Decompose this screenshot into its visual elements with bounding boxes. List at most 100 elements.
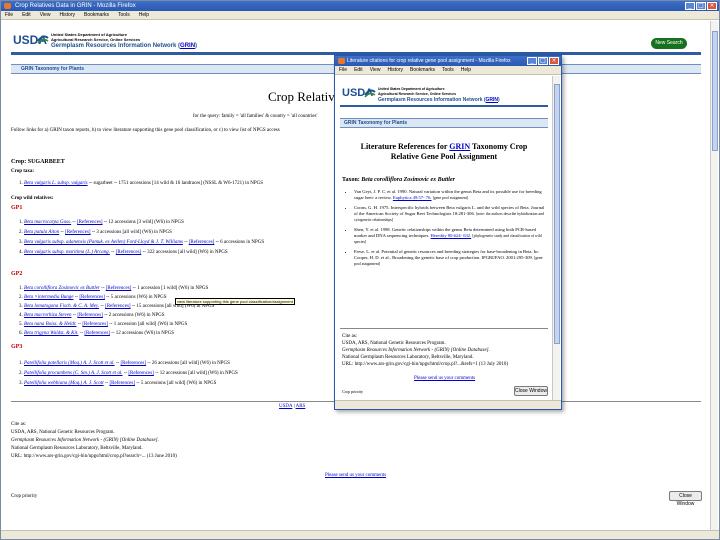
taxon-link[interactable]: Beta ×intermedia Bunge [24,295,73,300]
popup-close-window-button[interactable]: Close Window [514,386,548,396]
network-title-close: ) [195,43,198,49]
popup-window-title: Literature citations for crop relative g… [347,58,511,64]
menu-history[interactable]: History [59,11,75,19]
menu-help[interactable]: Help [139,11,149,19]
item-num: 1. [19,181,23,186]
taxon-name: Beta corolliflora Zosimovic ex Buttler [361,177,455,183]
menu-file[interactable]: File [339,66,347,74]
grin-link[interactable]: GRIN [486,97,499,103]
reference-journal-link[interactable]: Heredity 80:624- 632. [431,233,472,238]
item-num: 1. [19,286,23,291]
new-search-button[interactable]: New Search [651,38,687,49]
main-title-bar[interactable]: Crop Relatives Data in GRIN - Mozilla Fi… [1,1,719,11]
menu-bookmarks[interactable]: Bookmarks [84,11,109,19]
minimize-button[interactable]: _ [685,2,695,10]
main-status-note: Crop priority [11,494,38,499]
cite-line: Germplasm Resources Information Network … [342,348,490,353]
references-link[interactable]: [References] [109,381,135,386]
menu-edit[interactable]: Edit [22,11,31,19]
gp3-label: GP3 [11,344,23,350]
taxon-link[interactable]: Patellifolia procumbens (C. Sm.) A. J. S… [24,371,122,376]
menu-edit[interactable]: Edit [354,66,363,74]
menu-file[interactable]: File [5,11,13,19]
taxon-link[interactable]: Beta nana Boiss. & Heldr. [24,322,77,327]
references-link[interactable]: [References] [77,313,103,318]
menu-help[interactable]: Help [461,66,471,74]
crop-heading: Crop: SUGARBEET [11,159,65,165]
list-item: 2. Patellifolia procumbens (C. Sm.) A. J… [19,371,238,376]
taxon-link[interactable]: Beta lomatogona Fisch. & C. A. Mey. [24,304,99,309]
references-link[interactable]: [References] [65,230,91,235]
references-list: Van Geyt, J. P. C. et al. 1990. Natural … [346,189,546,267]
maximize-button[interactable]: □ [696,2,706,10]
menu-history[interactable]: History [387,66,403,74]
popup-window-controls: _ □ × [527,57,559,65]
wild-relatives-label: Crop wild relatives: [11,196,54,201]
taxon-link[interactable]: Beta vulgaris subsp. adanensis (Pamuk. e… [24,240,183,245]
taxon-link[interactable]: Beta macrocarpa Guss. [24,220,71,225]
taxon-link[interactable]: Beta vulgaris L. subsp. vulgaris [24,181,88,186]
menu-tools[interactable]: Tools [442,66,454,74]
cite-line: URL: http://www.ars-grin.gov/cgi-bin/npg… [11,454,177,459]
taxon-link[interactable]: Beta macrorhiza Steven [24,313,72,318]
menu-view[interactable]: View [40,11,51,19]
comments-link[interactable]: Please send us your comments [325,473,386,478]
close-button[interactable]: × [707,2,717,10]
accession-info: -- 12 accessions [3 wild] (W6) in NPGS [103,220,184,225]
popup-scrollbar[interactable] [552,76,560,401]
footer-link-usda[interactable]: USDA [279,404,292,409]
references-link[interactable]: [References] [116,250,142,255]
taxon-link[interactable]: Beta corolliflora Zosimovic ex Buttler [24,286,100,291]
references-link[interactable]: [References] [79,295,105,300]
references-link[interactable]: [References] [84,331,110,336]
heading-text: Taxonomy Crop [470,142,528,151]
references-link[interactable]: [References] [77,220,103,225]
list-item: 4. Beta macrorhiza Steven -- [References… [19,313,165,318]
main-scrollbar[interactable] [710,21,718,531]
references-link[interactable]: [References] [82,322,108,327]
menu-bookmarks[interactable]: Bookmarks [410,66,435,74]
network-title-close: ) [498,97,500,103]
references-link[interactable]: [References] [106,286,132,291]
network-title-text: Germplasm Resources Information Network … [51,43,181,49]
main-close-window-button[interactable]: Close Window [669,491,702,507]
query-text: for the query: family = 'all families' &… [193,114,318,119]
taxon-heading: Taxon: Beta corolliflora Zosimovic ex Bu… [342,177,455,183]
grin-taxonomy-bar[interactable]: GRIN Taxonomy for Plants [340,118,548,128]
references-link[interactable]: [References] [120,361,146,366]
heading-grin-link[interactable]: GRIN [449,142,470,151]
reference-note: [gene pool assignment] [432,196,469,200]
taxon-link[interactable]: Beta patula Aiton [24,230,59,235]
references-link[interactable]: [References] [128,371,154,376]
taxon-link[interactable]: Beta trigyna Waldst. & Kit. [24,331,79,336]
grin-network-title: Germplasm Resources Information Network … [51,43,197,49]
popup-close-button[interactable]: × [549,57,559,65]
item-num: 1. [19,361,23,366]
intro-text: Follow links for a) GRIN taxon reports, … [11,128,280,133]
popup-scrollbar-thumb[interactable] [554,84,560,344]
crop-taxa-label: Crop taxa: [11,169,35,174]
references-link[interactable]: [References] [105,304,131,309]
footer-link-ars[interactable]: ARS [296,404,306,409]
main-scrollbar-thumb[interactable] [712,31,718,151]
reference-journal-link[interactable]: Euphytica 49:57- 76. [393,195,432,200]
usda-department-text: United States Department of Agriculture … [378,87,456,96]
menu-view[interactable]: View [370,66,381,74]
taxon-link[interactable]: Patellifolia patellaris (Moq.) A. J. Sco… [24,361,115,366]
crop-taxa-item: 1. Beta vulgaris L. subsp. vulgaris -- s… [19,181,263,186]
gp1-label: GP1 [11,205,23,211]
item-num: 5. [19,322,23,327]
cite-line: URL: http://www.ars-grin.gov/cgi-bin/npg… [342,362,509,367]
popup-title-bar[interactable]: Literature citations for crop relative g… [335,56,561,66]
popup-maximize-button[interactable]: □ [538,57,548,65]
cite-label: Cite as: [11,422,27,427]
popup-comments-link[interactable]: Please send us your comments [414,376,475,381]
cite-line: National Germplasm Resources Laboratory,… [11,446,143,451]
menu-tools[interactable]: Tools [118,11,130,19]
references-link[interactable]: [References] [189,240,215,245]
grin-link[interactable]: GRIN [180,43,195,49]
list-item: 2. Beta patula Aiton -- [References] -- … [19,230,172,235]
taxon-link[interactable]: Patellifolia webbiana (Moq.) A. J. Scott [24,381,104,386]
popup-minimize-button[interactable]: _ [527,57,537,65]
taxon-link[interactable]: Beta vulgaris subsp. maritima (L.) Arcan… [24,250,110,255]
